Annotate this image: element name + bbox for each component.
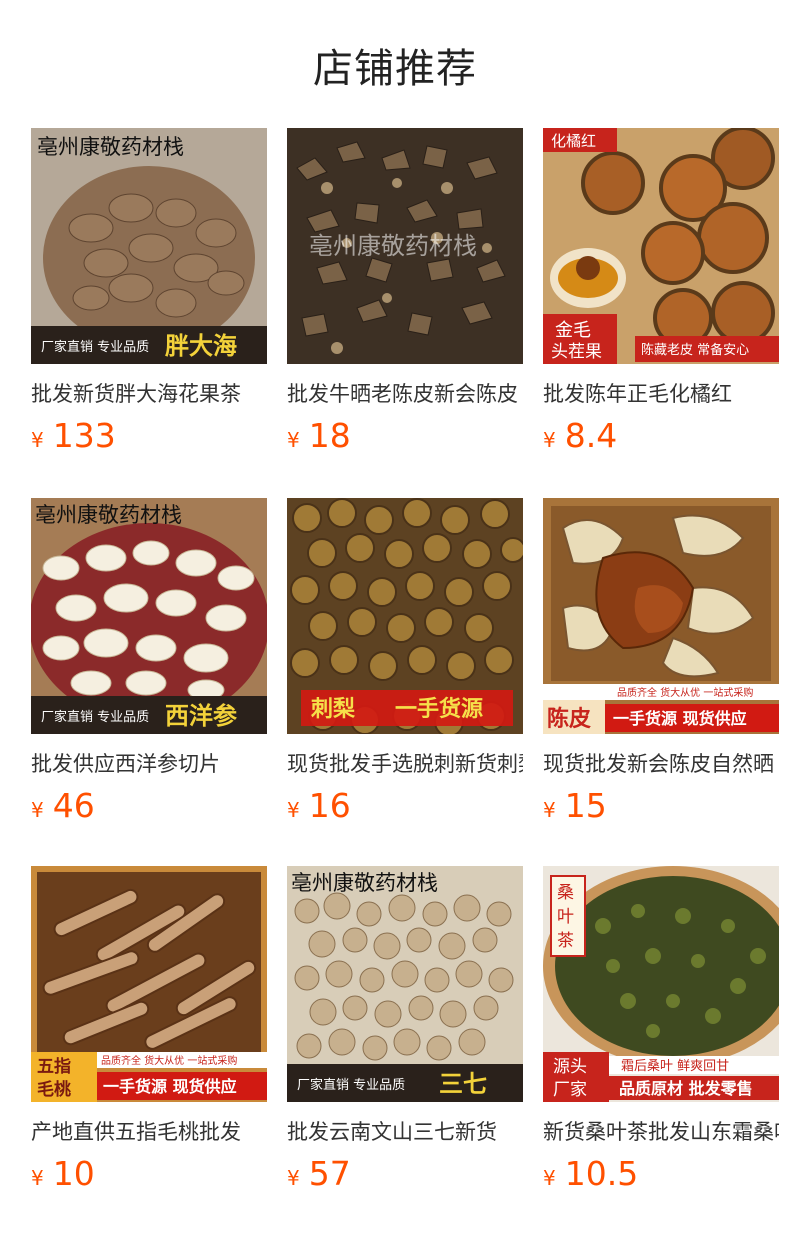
watermark-text: 亳州康敬药材栈 — [35, 503, 182, 527]
footer-left-text: 厂家直销 专业品质 — [41, 339, 149, 355]
footer-right-text: 西洋参 — [165, 701, 237, 730]
product-image[interactable]: 品质齐全 货大从优 一站式采购 陈皮 一手货源 现货供应 — [543, 498, 779, 734]
side-label-text-3: 茶 — [557, 931, 574, 951]
currency-symbol: ¥ — [287, 798, 300, 822]
price-value: 133 — [52, 416, 116, 455]
price-value: 10 — [52, 1154, 95, 1193]
currency-symbol: ¥ — [287, 1166, 300, 1190]
section-title: 店铺推荐 — [313, 46, 477, 92]
product-price: ¥ 10.5 — [543, 1154, 638, 1193]
product-price: ¥ 133 — [31, 416, 116, 455]
product-title[interactable]: 批发云南文山三七新货 — [287, 1118, 523, 1146]
currency-symbol: ¥ — [31, 1166, 44, 1190]
footer-left-text: 厂家直销 专业品质 — [297, 1077, 405, 1093]
footer-right-text: 胖大海 — [165, 331, 237, 360]
bottom-left-text-1: 金毛 — [555, 320, 591, 341]
product-price: ¥ 57 — [287, 1154, 351, 1193]
product-image[interactable]: 亳州康敬药材栈 厂家直销 专业品质 西洋参 — [31, 498, 267, 734]
price-value: 46 — [52, 786, 95, 825]
product-image[interactable]: 亳州康敬药材栈 — [287, 128, 523, 364]
price-value: 57 — [308, 1154, 351, 1193]
bottom-right-text: 陈藏老皮 常备安心 — [641, 342, 749, 358]
footer-right-text: 三七 — [439, 1069, 487, 1098]
product-price: ¥ 46 — [31, 786, 95, 825]
product-price: ¥ 8.4 — [543, 416, 617, 455]
product-title[interactable]: 批发新货胖大海花果茶 — [31, 380, 267, 408]
currency-symbol: ¥ — [287, 428, 300, 452]
bottom-left-text-2: 厂家 — [553, 1080, 587, 1100]
product-card[interactable]: 亳州康敬药材栈 厂家直销 专业品质 西洋参 批发供应西洋参切片 ¥ 46 — [31, 498, 267, 838]
product-card[interactable]: 五指 毛桃 品质齐全 货大从优 一站式采购 一手货源 现货供应 产地直供五指毛桃… — [31, 866, 267, 1206]
product-card[interactable]: 亳州康敬药材栈 厂家直销 专业品质 胖大海 批发新货胖大海花果茶 ¥ 133 — [31, 128, 267, 468]
product-price: ¥ 10 — [31, 1154, 95, 1193]
product-title[interactable]: 现货批发手选脱刺新货刺梨 — [287, 750, 523, 778]
watermark-text: 亳州康敬药材栈 — [291, 871, 438, 895]
side-label-text-1: 桑 — [557, 883, 574, 903]
product-card[interactable]: 刺梨 一手货源 现货批发手选脱刺新货刺梨 ¥ 16 — [287, 498, 523, 838]
bottom-left-text-1: 五指 — [37, 1056, 71, 1077]
product-title[interactable]: 产地直供五指毛桃批发 — [31, 1118, 267, 1146]
price-value: 8.4 — [564, 416, 618, 455]
product-title[interactable]: 批发陈年正毛化橘红 — [543, 380, 779, 408]
product-card[interactable]: 品质齐全 货大从优 一站式采购 陈皮 一手货源 现货供应 现货批发新会陈皮自然晒… — [543, 498, 779, 838]
price-value: 16 — [308, 786, 351, 825]
currency-symbol: ¥ — [543, 428, 556, 452]
product-title[interactable]: 批发牛晒老陈皮新会陈皮 — [287, 380, 523, 408]
product-image[interactable]: 化橘红 金毛 头茬果 陈藏老皮 常备安心 — [543, 128, 779, 364]
watermark-text: 亳州康敬药材栈 — [309, 232, 477, 260]
product-image[interactable]: 五指 毛桃 品质齐全 货大从优 一站式采购 一手货源 现货供应 — [31, 866, 267, 1102]
product-price: ¥ 18 — [287, 416, 351, 455]
price-value: 10.5 — [564, 1154, 639, 1193]
product-title[interactable]: 新货桑叶茶批发山东霜桑叶 — [543, 1118, 779, 1146]
product-card[interactable]: 桑 叶 茶 源头 厂家 霜后桑叶 鲜爽回甘 品质原材 批发零售 新货桑叶茶批发山… — [543, 866, 779, 1206]
product-price: ¥ 15 — [543, 786, 607, 825]
bottom-right-text: 一手货源 现货供应 — [613, 709, 747, 728]
bottom-right-text: 一手货源 现货供应 — [103, 1077, 237, 1096]
bottom-left-text: 陈皮 — [547, 706, 591, 732]
product-image[interactable]: 亳州康敬药材栈 厂家直销 专业品质 胖大海 — [31, 128, 267, 364]
currency-symbol: ¥ — [31, 428, 44, 452]
product-image[interactable]: 刺梨 一手货源 — [287, 498, 523, 734]
currency-symbol: ¥ — [543, 1166, 556, 1190]
currency-symbol: ¥ — [543, 798, 556, 822]
product-card[interactable]: 化橘红 金毛 头茬果 陈藏老皮 常备安心 批发陈年正毛化橘红 ¥ 8.4 — [543, 128, 779, 468]
product-image[interactable]: 桑 叶 茶 源头 厂家 霜后桑叶 鲜爽回甘 品质原材 批发零售 — [543, 866, 779, 1102]
tagline-text: 霜后桑叶 鲜爽回甘 — [621, 1059, 729, 1074]
product-title[interactable]: 批发供应西洋参切片 — [31, 750, 267, 778]
bottom-right-text: 品质原材 批发零售 — [619, 1079, 753, 1098]
banner-right-text: 一手货源 — [395, 696, 483, 722]
product-image[interactable]: 亳州康敬药材栈 厂家直销 专业品质 三七 — [287, 866, 523, 1102]
product-title[interactable]: 现货批发新会陈皮自然晒 — [543, 750, 779, 778]
product-card[interactable]: 亳州康敬药材栈 批发牛晒老陈皮新会陈皮 ¥ 18 — [287, 128, 523, 468]
banner-left-text: 刺梨 — [311, 697, 355, 722]
bottom-left-text-2: 头茬果 — [551, 342, 602, 362]
price-value: 18 — [308, 416, 351, 455]
product-card[interactable]: 亳州康敬药材栈 厂家直销 专业品质 三七 批发云南文山三七新货 ¥ 57 — [287, 866, 523, 1206]
side-label-text-2: 叶 — [557, 907, 574, 927]
price-value: 15 — [564, 786, 607, 825]
shop-recommendation-page: 店铺推荐 亳州康敬药材栈 厂家直销 专业品质 胖大海 批发新货胖大海花果茶 ¥ … — [0, 0, 790, 1234]
tagline-text: 品质齐全 货大从优 一站式采购 — [101, 1054, 237, 1067]
product-price: ¥ 16 — [287, 786, 351, 825]
footer-left-text: 厂家直销 专业品质 — [41, 709, 149, 725]
tagline-text: 品质齐全 货大从优 一站式采购 — [617, 686, 753, 699]
top-tag-text: 化橘红 — [551, 132, 596, 150]
watermark-text: 亳州康敬药材栈 — [37, 135, 184, 159]
currency-symbol: ¥ — [31, 798, 44, 822]
bottom-left-text-2: 毛桃 — [37, 1079, 71, 1100]
bottom-left-text-1: 源头 — [553, 1057, 587, 1077]
